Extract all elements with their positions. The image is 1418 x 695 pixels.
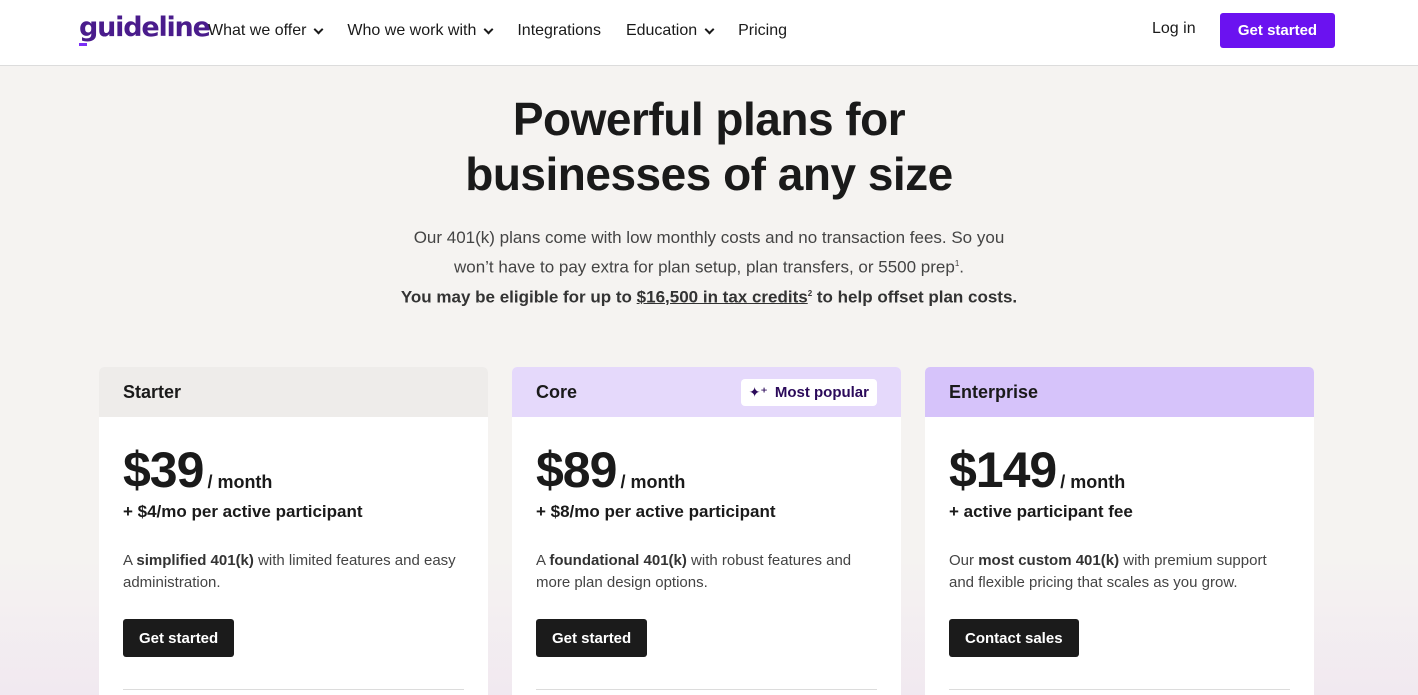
plan-description: A foundational 401(k) with robust featur… bbox=[536, 550, 876, 594]
hero-subtitle: Our 401(k) plans come with low monthly c… bbox=[0, 225, 1418, 310]
price-period: / month bbox=[207, 472, 273, 492]
main-nav: What we offer Who we work with Integrati… bbox=[208, 20, 812, 42]
nav-education[interactable]: Education bbox=[625, 20, 715, 42]
title-line-1: Powerful plans for bbox=[512, 93, 906, 145]
plan-card-core: Core ✦⁺ Most popular $89 / month + $8/mo… bbox=[512, 367, 901, 695]
plan-description: A simplified 401(k) with limited feature… bbox=[123, 550, 463, 594]
plan-description: Our most custom 401(k) with premium supp… bbox=[949, 550, 1289, 594]
subtitle-line-2-end: . bbox=[959, 257, 965, 277]
plan-price: $89 bbox=[536, 442, 617, 498]
desc-prefix: A bbox=[123, 552, 137, 569]
subtitle-line-1: Our 401(k) plans come with low monthly c… bbox=[413, 228, 1005, 247]
desc-bold: most custom 401(k) bbox=[978, 552, 1120, 569]
nav-label: What we offer bbox=[208, 22, 307, 39]
login-link[interactable]: Log in bbox=[1152, 20, 1196, 38]
participant-fee: + $8/mo per active participant bbox=[536, 502, 776, 521]
price-row: $39 / month bbox=[123, 443, 272, 497]
desc-bold: simplified 401(k) bbox=[136, 552, 254, 569]
divider bbox=[123, 689, 464, 690]
title-line-2: businesses of any size bbox=[465, 148, 953, 200]
nav-label: Education bbox=[625, 22, 698, 39]
get-started-button[interactable]: Get started bbox=[123, 619, 235, 657]
nav-what-we-offer[interactable]: What we offer bbox=[208, 20, 324, 42]
sparkle-icon: ✦⁺ bbox=[748, 383, 768, 400]
participant-fee: + $4/mo per active participant bbox=[123, 502, 363, 521]
tax-credits-link[interactable]: $16,500 in tax credits bbox=[637, 287, 808, 306]
plan-price: $149 bbox=[949, 442, 1057, 498]
desc-prefix: Our bbox=[949, 552, 979, 569]
plan-price: $39 bbox=[123, 442, 204, 498]
desc-bold: foundational 401(k) bbox=[549, 552, 687, 569]
top-navigation-bar: guideline What we offer Who we work with… bbox=[0, 0, 1418, 66]
participant-fee: + active participant fee bbox=[949, 502, 1133, 521]
plan-card-starter: Starter $39 / month + $4/mo per active p… bbox=[99, 367, 488, 695]
nav-label: Integrations bbox=[517, 22, 601, 39]
tax-credit-line: You may be eligible for up to $16,500 in… bbox=[0, 281, 1418, 311]
page-title: Powerful plans for businesses of any siz… bbox=[0, 92, 1418, 202]
nav-integrations[interactable]: Integrations bbox=[517, 20, 601, 42]
nav-label: Pricing bbox=[738, 22, 788, 39]
chevron-down-icon bbox=[483, 24, 494, 34]
nav-pricing[interactable]: Pricing bbox=[738, 20, 787, 42]
chevron-down-icon bbox=[313, 24, 324, 34]
desc-prefix: A bbox=[536, 552, 550, 569]
subtitle-line-2: won’t have to pay extra for plan setup, … bbox=[0, 251, 1418, 281]
nav-label: Who we work with bbox=[347, 22, 477, 39]
plan-card-enterprise: Enterprise $149 / month + active partici… bbox=[925, 367, 1314, 695]
get-started-button[interactable]: Get started bbox=[1220, 13, 1335, 48]
price-row: $149 / month bbox=[949, 443, 1125, 497]
badge-label: Most popular bbox=[774, 383, 869, 401]
plan-header: Core ✦⁺ Most popular bbox=[512, 367, 901, 417]
subtitle-line-2-text: won’t have to pay extra for plan setup, … bbox=[453, 257, 955, 277]
chevron-down-icon bbox=[704, 24, 715, 34]
divider bbox=[536, 689, 877, 690]
plan-name: Starter bbox=[123, 381, 182, 402]
plan-header: Starter bbox=[99, 367, 488, 417]
logo-accent bbox=[79, 43, 87, 46]
price-period: / month bbox=[1060, 472, 1126, 492]
price-row: $89 / month bbox=[536, 443, 685, 497]
plan-name: Enterprise bbox=[949, 381, 1039, 402]
price-period: / month bbox=[620, 472, 686, 492]
plan-header: Enterprise bbox=[925, 367, 1314, 417]
eligible-suffix: to help offset plan costs. bbox=[812, 287, 1018, 307]
get-started-button[interactable]: Get started bbox=[536, 619, 648, 657]
eligible-prefix: You may be eligible for up to bbox=[400, 287, 637, 307]
contact-sales-button[interactable]: Contact sales bbox=[949, 619, 1079, 657]
divider bbox=[949, 689, 1290, 690]
plan-name: Core bbox=[536, 381, 578, 402]
guideline-logo[interactable]: guideline bbox=[79, 12, 211, 43]
nav-who-we-work-with[interactable]: Who we work with bbox=[347, 20, 494, 42]
most-popular-badge: ✦⁺ Most popular bbox=[740, 378, 877, 406]
